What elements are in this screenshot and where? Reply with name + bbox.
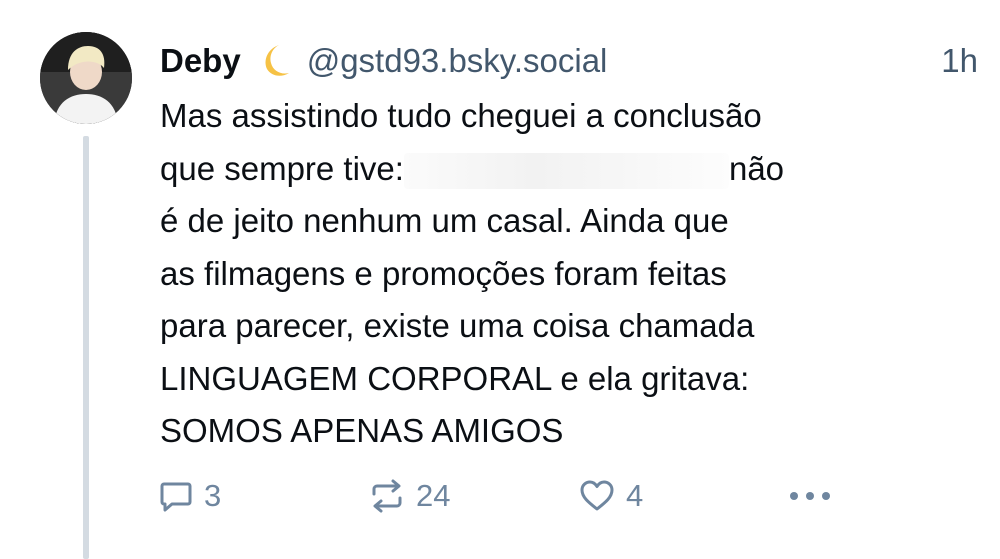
like-button[interactable]: 4 [578,474,643,518]
repost-icon [368,478,406,514]
post-actions: 3 24 4 [158,474,838,518]
more-options-icon [788,490,832,502]
author-handle[interactable]: @gstd93.bsky.social [307,42,608,80]
heart-icon [578,478,616,514]
post-text-fragment: que sempre tive: [160,149,404,187]
redacted-region [403,152,729,189]
post-header: Deby @gstd93.bsky.social [160,38,607,84]
author-display-name[interactable]: Deby [160,42,241,80]
more-options-button[interactable] [788,474,832,518]
reply-count: 3 [204,478,222,513]
like-count: 4 [626,478,644,513]
post-text-line: é de jeito nenhum um casal. Ainda que [160,202,729,239]
avatar[interactable] [40,32,132,124]
thread-line [83,136,89,559]
avatar-image [40,32,132,124]
post-text-line: que sempre tive: não [160,143,920,196]
post-text-line: SOMOS APENAS AMIGOS [160,412,564,449]
reply-icon [158,478,194,514]
repost-count: 24 [416,478,451,513]
post-body: Mas assistindo tudo cheguei a conclusão … [160,90,920,458]
post-text-line: as filmagens e promoções foram feitas [160,254,727,292]
moon-icon [253,41,293,81]
post-text-line: LINGUAGEM CORPORAL e ela gritava: [160,359,750,397]
post-text-fragment: não [728,149,785,187]
repost-button[interactable]: 24 [368,474,450,518]
post-timestamp[interactable]: 1h [941,38,978,84]
post-text-line: Mas assistindo tudo cheguei a conclusão [160,97,762,134]
reply-button[interactable]: 3 [158,474,221,518]
post-text-line: para parecer, existe uma coisa chamada [160,307,755,344]
post-card: Deby @gstd93.bsky.social 1h Mas assistin… [0,0,1000,559]
